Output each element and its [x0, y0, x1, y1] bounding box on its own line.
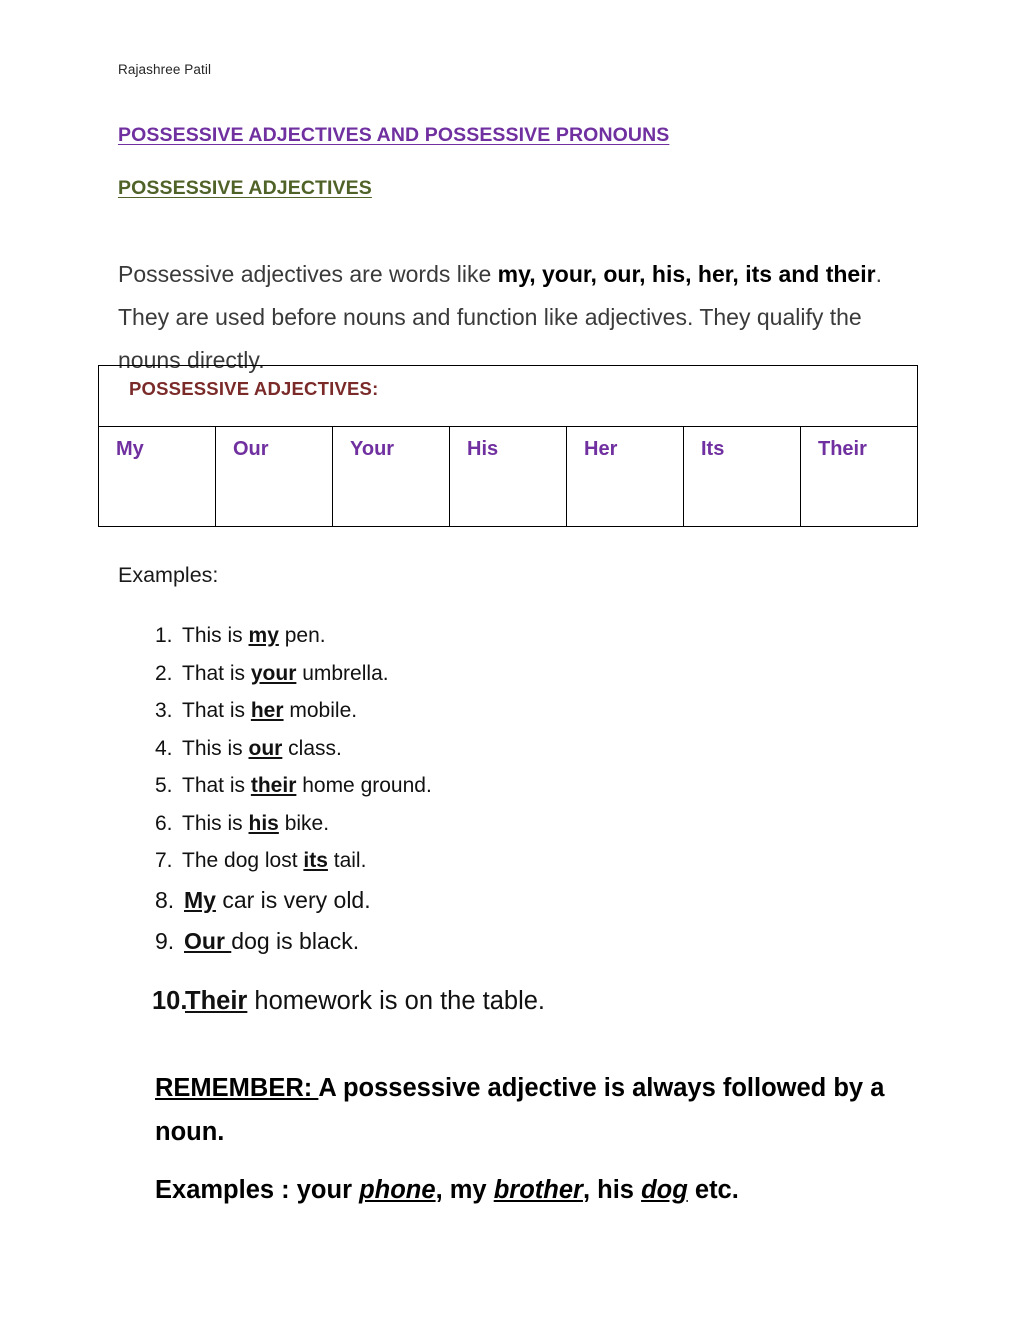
closing-sep-1: ,: [435, 1175, 450, 1204]
list-item-post: umbrella.: [296, 661, 389, 685]
list-item-number: 10.: [152, 986, 188, 1015]
list-item-keyword: our: [248, 736, 283, 760]
list-item-text: That is their home ground.: [182, 767, 432, 805]
table-header-row: POSSESSIVE ADJECTIVES:: [98, 365, 918, 427]
intro-bold-words: my, your, our, his, her, its and their: [497, 261, 876, 287]
list-item-number: 3.: [155, 699, 173, 722]
list-item-post: car is very old.: [215, 886, 371, 913]
table-word: Their: [818, 438, 867, 460]
list-item: 9. Our dog is black.: [155, 921, 855, 962]
list-item: 7. The dog lost its tail.: [155, 842, 855, 880]
list-item-pre: This is: [182, 736, 249, 760]
list-item-keyword: my: [248, 624, 279, 647]
list-item-post: class.: [282, 736, 342, 760]
closing-adj-2: my: [449, 1175, 494, 1204]
closing-adj-3: his: [597, 1175, 642, 1204]
table-cell-her: Her: [566, 426, 684, 527]
section-subtitle: POSSESSIVE ADJECTIVES: [118, 177, 372, 199]
table-word: His: [467, 438, 499, 460]
closing-examples: Examples : your phone, my brother, his d…: [155, 1168, 915, 1212]
list-item-number: 7.: [155, 849, 173, 872]
table-cell-my: My: [98, 426, 216, 527]
list-item-text: Our dog is black.: [184, 921, 359, 962]
closing-noun-1: phone: [359, 1175, 436, 1204]
list-item-pre: This is: [182, 811, 249, 835]
list-item-pre: The dog lost: [182, 849, 304, 872]
remember-note: REMEMBER: A possessive adjective is alwa…: [155, 1066, 915, 1154]
list-item-text: This is his bike.: [182, 805, 329, 843]
list-item-text: This is our class.: [182, 730, 342, 768]
list-item-keyword: My: [184, 886, 216, 913]
list-item-number: 4.: [155, 736, 173, 760]
list-item: 2. That is your umbrella.: [155, 655, 855, 693]
list-item: 3. That is her mobile.: [155, 692, 855, 730]
list-item-post: mobile.: [283, 699, 358, 722]
list-item: 1. This is my pen.: [155, 617, 855, 655]
list-item: 10. Their homework is on the table.: [152, 978, 855, 1024]
list-item-keyword: its: [303, 849, 328, 872]
table-cell-his: His: [449, 426, 567, 527]
table-cell-their: Their: [800, 426, 918, 527]
list-item-pre: This is: [182, 624, 249, 647]
closing-noun-3: dog: [641, 1175, 688, 1204]
examples-list: 1. This is my pen. 2. That is your umbre…: [152, 617, 855, 1024]
closing-sep-2: ,: [582, 1175, 598, 1204]
list-item-text: Their homework is on the table.: [185, 978, 545, 1024]
list-item-number: 9.: [155, 927, 175, 954]
table-cell-your: Your: [332, 426, 450, 527]
possessive-adjectives-table: POSSESSIVE ADJECTIVES: My Our Your His H…: [98, 365, 918, 527]
list-item-number: 1.: [155, 624, 173, 647]
closing-adj-1: your: [296, 1175, 360, 1204]
list-item-pre: That is: [182, 661, 251, 685]
table-word: Your: [350, 438, 395, 460]
table-word: Our: [233, 438, 269, 460]
list-item-post: home ground.: [296, 774, 432, 797]
list-item-number: 5.: [155, 774, 173, 797]
table-header-text: POSSESSIVE ADJECTIVES:: [129, 378, 379, 399]
list-item-pre: That is: [182, 774, 251, 797]
table-cell-our: Our: [215, 426, 333, 527]
list-item-keyword: your: [250, 661, 297, 685]
intro-part1: Possessive adjectives are words like: [118, 261, 498, 287]
table-row: My Our Your His Her Its Their: [98, 426, 918, 527]
closing-label: Examples :: [155, 1175, 297, 1204]
list-item-number: 8.: [155, 886, 175, 913]
list-item-text: That is your umbrella.: [182, 655, 389, 693]
remember-label: REMEMBER:: [155, 1073, 319, 1102]
list-item-number: 6.: [155, 811, 173, 835]
list-item-keyword: Our: [184, 927, 232, 954]
list-item-keyword: their: [250, 774, 297, 797]
table-header-cell: POSSESSIVE ADJECTIVES:: [98, 365, 918, 427]
list-item-text: This is my pen.: [182, 617, 326, 655]
table-word: My: [116, 438, 144, 460]
running-header: Rajashree Patil: [118, 62, 212, 77]
table-cell-its: Its: [683, 426, 801, 527]
intro-paragraph: Possessive adjectives are words like my,…: [118, 253, 918, 382]
list-item: 8. My car is very old.: [155, 880, 855, 921]
list-item-text: That is her mobile.: [182, 692, 357, 730]
list-item-text: The dog lost its tail.: [182, 842, 366, 880]
list-item-post: tail.: [327, 849, 367, 872]
table-word: Its: [701, 438, 725, 460]
document-page: Rajashree Patil POSSESSIVE ADJECTIVES AN…: [0, 0, 1020, 1320]
list-item-number: 2.: [155, 661, 173, 685]
examples-label: Examples:: [118, 563, 219, 587]
list-item-text: My car is very old.: [184, 880, 371, 921]
list-item-post: bike.: [278, 811, 330, 835]
list-item-pre: That is: [182, 699, 251, 722]
list-item-keyword: his: [248, 811, 279, 835]
page-title: POSSESSIVE ADJECTIVES AND POSSESSIVE PRO…: [118, 124, 670, 146]
closing-noun-2: brother: [493, 1175, 583, 1204]
list-item-post: pen.: [278, 624, 326, 647]
list-item-post: homework is on the table.: [247, 986, 546, 1015]
closing-tail: etc.: [687, 1175, 739, 1204]
list-item-keyword: her: [250, 699, 284, 722]
list-item: 4. This is our class.: [155, 730, 855, 768]
list-item-post: dog is black.: [231, 927, 360, 954]
list-item: 6. This is his bike.: [155, 805, 855, 843]
list-item: 5. That is their home ground.: [155, 767, 855, 805]
list-item-keyword: Their: [185, 986, 248, 1015]
table-word: Her: [584, 438, 618, 460]
